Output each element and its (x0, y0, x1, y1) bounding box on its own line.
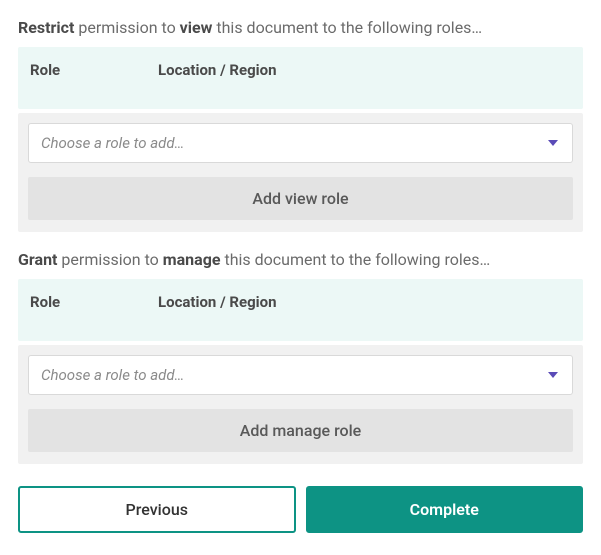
add-manage-role-button[interactable]: Add manage role (28, 409, 573, 452)
wizard-footer: Previous Complete (18, 486, 583, 533)
select-placeholder: Choose a role to add… (41, 366, 184, 384)
add-view-role-button[interactable]: Add view role (28, 177, 573, 220)
view-role-select[interactable]: Choose a role to add… (28, 123, 573, 163)
select-placeholder: Choose a role to add… (41, 134, 184, 152)
view-roles-table-header: Role Location / Region (18, 47, 583, 109)
manage-role-add-panel: Choose a role to add… Add manage role (18, 345, 583, 464)
previous-button[interactable]: Previous (18, 486, 296, 533)
chevron-down-icon (548, 140, 558, 146)
column-role: Role (30, 61, 158, 79)
restrict-view-heading: Restrict permission to view this documen… (18, 18, 583, 37)
column-location: Location / Region (158, 293, 571, 311)
manage-role-select[interactable]: Choose a role to add… (28, 355, 573, 395)
chevron-down-icon (548, 372, 558, 378)
complete-button[interactable]: Complete (306, 486, 584, 533)
column-location: Location / Region (158, 61, 571, 79)
column-role: Role (30, 293, 158, 311)
manage-roles-table-header: Role Location / Region (18, 279, 583, 341)
grant-manage-heading: Grant permission to manage this document… (18, 250, 583, 269)
view-role-add-panel: Choose a role to add… Add view role (18, 113, 583, 232)
